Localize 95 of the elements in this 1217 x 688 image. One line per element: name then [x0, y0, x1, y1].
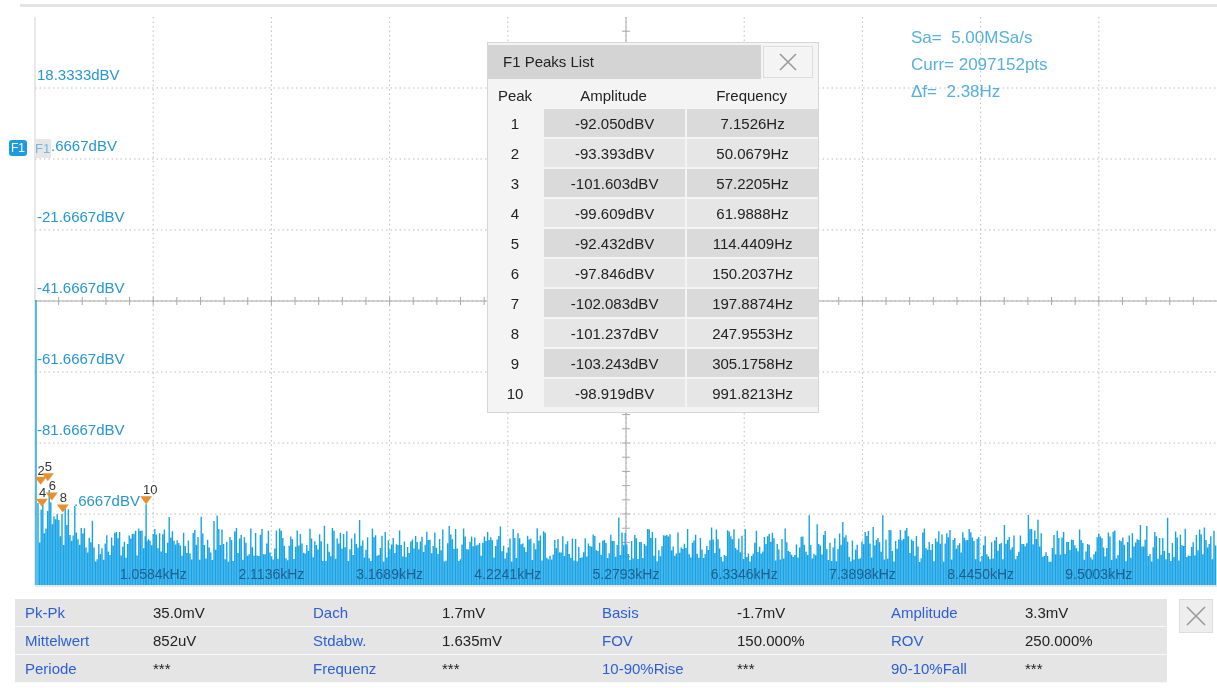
- measurement-label: ROV: [890, 632, 925, 649]
- table-cell: -103.243dBV: [542, 349, 686, 377]
- table-cell: -92.050dBV: [542, 109, 686, 137]
- table-cell: 197.8874Hz: [685, 289, 818, 317]
- y-axis-label: -41.6667dBV: [37, 279, 125, 296]
- table-cell-text: 5: [509, 233, 521, 254]
- table-cell: -102.083dBV: [542, 289, 686, 317]
- peak-marker-label: 5: [44, 459, 53, 475]
- measurement-label: Basis: [601, 604, 640, 621]
- measurement-value: ***: [442, 660, 461, 677]
- table-cell-text: 6: [509, 263, 521, 284]
- x-axis-label: 9.5003kHz: [1064, 566, 1134, 582]
- peak-marker-icon: [140, 496, 153, 505]
- close-icon: [1184, 604, 1208, 628]
- measurement-value: 150.000%: [737, 632, 806, 649]
- y-axis-label: -81.6667dBV: [37, 421, 125, 438]
- measurement-value: ***: [153, 660, 172, 677]
- table-cell: -101.603dBV: [542, 169, 686, 197]
- measurement-label: 10-90%Rise: [601, 660, 685, 677]
- column-header: Frequency: [715, 85, 789, 106]
- peak-marker-label: 10: [143, 482, 158, 498]
- x-axis-label: 7.3898kHz: [827, 566, 897, 582]
- table-cell-text: 3: [509, 173, 521, 194]
- measurement-label: Stdabw.: [312, 632, 368, 649]
- table-cell: -93.393dBV: [542, 139, 686, 167]
- measurement-value: 250.000%: [1025, 632, 1094, 649]
- x-axis-label: 8.4450kHz: [946, 566, 1016, 582]
- peak-marker-icon: [41, 473, 54, 482]
- column-header: Peak: [496, 85, 534, 106]
- acquisition-info: Sa= 5.00MSa/s: [911, 27, 1034, 49]
- table-cell: 991.8213Hz: [685, 379, 818, 407]
- panel-title: F1 Peaks List: [488, 45, 761, 79]
- measurement-value: ***: [737, 660, 756, 677]
- table-cell: 305.1758Hz: [685, 349, 818, 377]
- measurement-label: FOV: [601, 632, 634, 649]
- acquisition-info: Δf= 2.38Hz: [911, 81, 1002, 103]
- table-cell-text: 9: [509, 353, 521, 374]
- table-cell: 247.9553Hz: [685, 319, 818, 347]
- table-cell: -99.609dBV: [542, 199, 686, 227]
- table-cell: 150.2037Hz: [685, 259, 818, 287]
- peak-marker-icon: [34, 476, 47, 485]
- x-axis-label: 4.2241kHz: [473, 566, 543, 582]
- measurement-label: Periode: [24, 660, 78, 677]
- measurement-label: Frequenz: [312, 660, 378, 677]
- x-axis-label: 3.1689kHz: [355, 566, 425, 582]
- measurement-value: 1.635mV: [442, 632, 504, 649]
- y-axis-label: 18.3333dBV: [37, 66, 120, 83]
- peak-marker-label: 4: [38, 484, 47, 500]
- close-button[interactable]: [763, 46, 813, 78]
- y-axis-label: -21.6667dBV: [37, 208, 125, 225]
- x-axis-label: 2.1136kHz: [237, 566, 306, 582]
- close-icon: [777, 51, 799, 73]
- table-cell: 114.4409Hz: [685, 229, 818, 257]
- table-cell-text: 1: [509, 113, 521, 134]
- y-axis-label: .6667dBV: [51, 137, 117, 154]
- close-button[interactable]: [1179, 599, 1213, 633]
- measurement-label: 90-10%Fall: [890, 660, 968, 677]
- acquisition-info: Curr= 2097152pts: [911, 54, 1048, 76]
- peak-marker-icon: [56, 504, 69, 513]
- measurement-value: ***: [1025, 660, 1044, 677]
- y-axis-label: .6667dBV: [74, 492, 140, 509]
- x-axis-label: 6.3346kHz: [709, 566, 779, 582]
- y-axis-label: -61.6667dBV: [37, 350, 125, 367]
- table-cell-text: 2: [509, 143, 521, 164]
- table-cell: 7.1526Hz: [685, 109, 818, 137]
- peak-marker-icon: [35, 498, 48, 507]
- column-header: Amplitude: [579, 85, 648, 106]
- table-cell-text: 10: [505, 383, 525, 404]
- peak-marker-label: 8: [59, 490, 67, 506]
- measurement-label: Mittelwert: [24, 632, 91, 649]
- table-cell: 50.0679Hz: [685, 139, 818, 167]
- measurement-value: -1.7mV: [737, 604, 787, 621]
- table-cell-text: 4: [509, 203, 521, 224]
- table-cell: 57.2205Hz: [685, 169, 818, 197]
- peak-marker-label: 6: [48, 478, 57, 494]
- measurement-value: 35.0mV: [153, 604, 206, 621]
- measurement-value: 1.7mV: [442, 604, 487, 621]
- x-axis-label: 1.0584kHz: [118, 566, 188, 582]
- x-axis-label: 5.2793kHz: [591, 566, 661, 582]
- table-cell: -101.237dBV: [542, 319, 686, 347]
- table-cell: -98.919dBV: [542, 379, 686, 407]
- table-cell: -92.432dBV: [542, 229, 686, 257]
- table-cell-text: 7: [509, 293, 521, 314]
- table-cell: -97.846dBV: [542, 259, 686, 287]
- measurement-value: 3.3mV: [1025, 604, 1070, 621]
- peak-marker-icon: [45, 492, 58, 501]
- table-cell: 61.9888Hz: [685, 199, 818, 227]
- reference-marker: F1: [34, 139, 52, 158]
- measurement-label: Amplitude: [890, 604, 959, 621]
- measurement-label: Pk-Pk: [24, 604, 66, 621]
- measurement-label: Dach: [312, 604, 350, 621]
- peak-marker-label: 2: [37, 462, 45, 478]
- table-cell-text: 8: [509, 323, 521, 344]
- channel-tag[interactable]: F1: [9, 140, 27, 156]
- measurement-value: 852uV: [153, 632, 198, 649]
